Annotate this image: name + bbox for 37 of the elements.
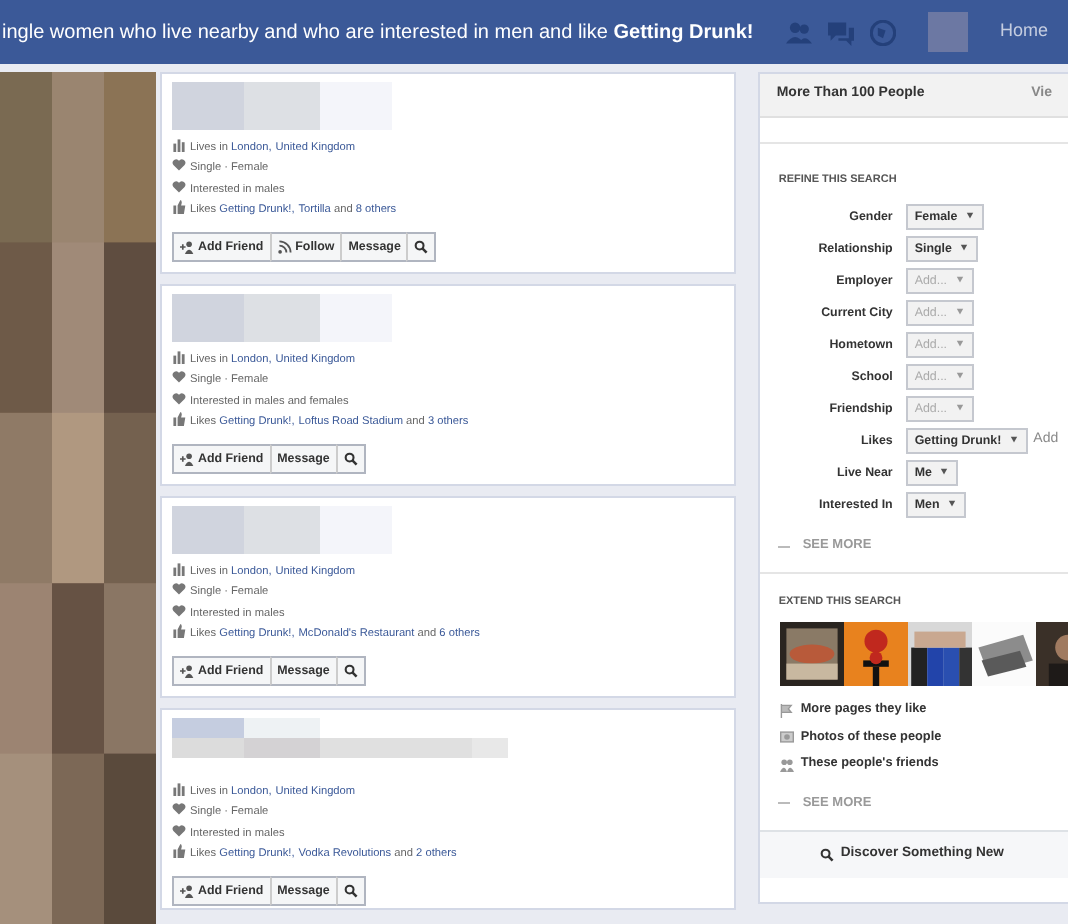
photo-icon (780, 730, 795, 745)
caret-icon (953, 340, 966, 349)
rss-icon (277, 239, 292, 254)
search-icon (414, 239, 429, 254)
caret-icon (963, 212, 976, 221)
caret-icon (937, 468, 950, 477)
search-icon (343, 883, 358, 898)
caret-icon (945, 500, 958, 509)
building-icon (172, 138, 186, 152)
caret-icon (953, 276, 966, 285)
add-friend-icon (180, 451, 194, 466)
thumbs-up-icon (172, 624, 186, 639)
search-button[interactable] (335, 875, 366, 906)
thumbs-up-icon (172, 844, 186, 859)
search-icon (343, 451, 358, 466)
add-friend-icon (180, 239, 194, 254)
people-icon (780, 757, 795, 772)
search-button[interactable] (335, 443, 366, 474)
search-button[interactable] (335, 655, 366, 686)
caret-icon (953, 372, 966, 381)
caret-icon (953, 404, 966, 413)
header-title: ingle women who live nearby and who are interested in men and like Getting Drunk! (0, 19, 754, 47)
building-icon (172, 350, 186, 364)
home-link[interactable]: Home (999, 18, 1048, 46)
building-icon (172, 562, 186, 576)
caret-icon (953, 308, 966, 317)
caret-icon (1007, 436, 1020, 445)
flag-icon (780, 703, 795, 718)
search-icon (343, 663, 358, 678)
building-icon (172, 782, 186, 796)
thumbs-up-icon (172, 412, 186, 427)
search-button[interactable] (406, 231, 437, 262)
caret-icon (957, 244, 970, 253)
search-icon (820, 847, 835, 862)
thumbs-up-icon (172, 200, 186, 215)
add-friend-icon (180, 663, 194, 678)
add-friend-icon (180, 883, 194, 898)
